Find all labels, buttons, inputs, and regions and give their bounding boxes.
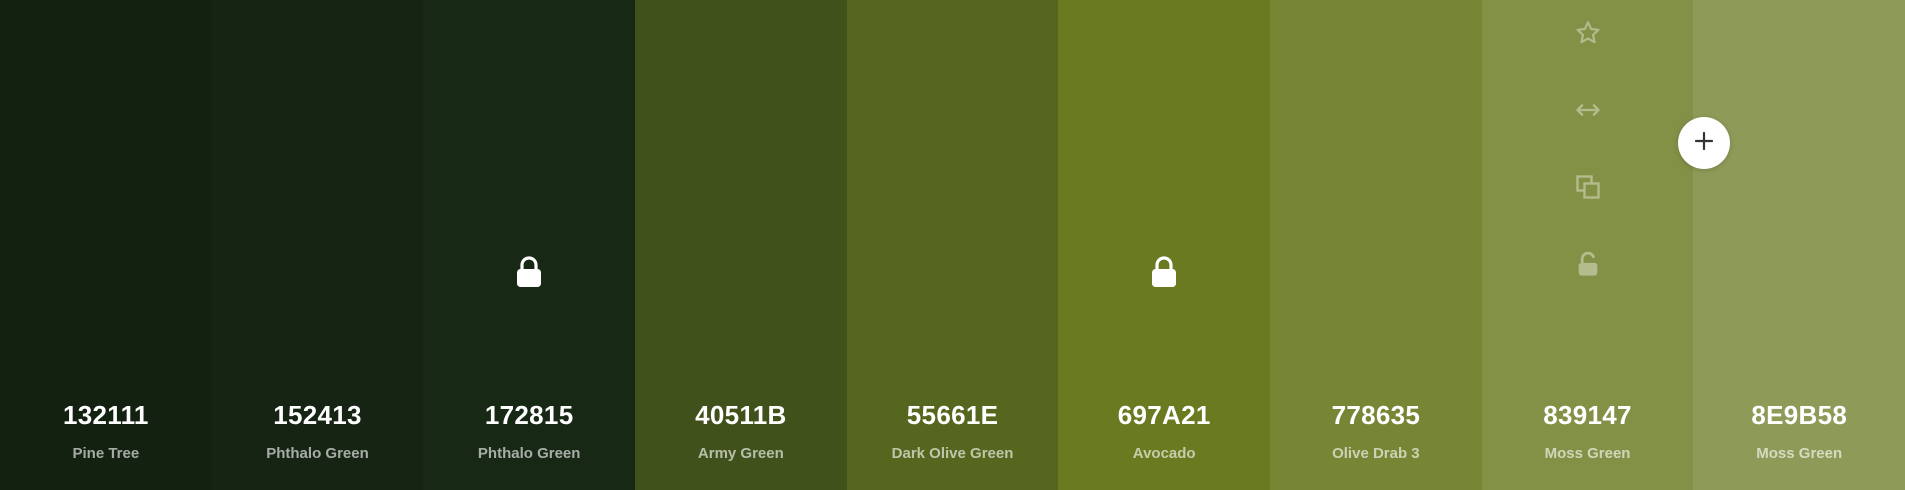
unlock-icon bbox=[1574, 250, 1602, 283]
color-name: Avocado bbox=[1132, 445, 1196, 462]
color-palette: 132111 Pine Tree 152413 Phthalo Green 17… bbox=[0, 0, 1905, 490]
color-name: Olive Drab 3 bbox=[1332, 445, 1420, 462]
color-name: Pine Tree bbox=[72, 445, 140, 462]
hex-code[interactable]: 697A21 bbox=[1058, 400, 1270, 431]
color-swatch-1[interactable]: 132111 Pine Tree bbox=[0, 0, 212, 490]
color-name: Phthalo Green bbox=[477, 445, 581, 462]
swatch-toolbar bbox=[1573, 20, 1603, 328]
color-swatch-3[interactable]: 172815 Phthalo Green bbox=[423, 0, 636, 490]
lock-toggle-button[interactable] bbox=[1573, 251, 1603, 281]
arrows-horizontal-icon bbox=[1574, 96, 1602, 129]
favorite-button[interactable] bbox=[1573, 20, 1603, 50]
color-swatch-5[interactable]: 55661E Dark Olive Green bbox=[846, 0, 1059, 490]
color-name: Army Green bbox=[697, 445, 784, 462]
color-swatch-6[interactable]: 697A21 Avocado bbox=[1058, 0, 1271, 490]
lock-icon[interactable] bbox=[515, 256, 543, 288]
hex-code[interactable]: 40511B bbox=[635, 400, 847, 431]
hex-code[interactable]: 778635 bbox=[1270, 400, 1482, 431]
hex-code[interactable]: 839147 bbox=[1482, 400, 1694, 431]
color-swatch-8[interactable]: 839147 Moss Green bbox=[1481, 0, 1694, 490]
add-color-button[interactable] bbox=[1678, 117, 1730, 169]
hex-code[interactable]: 172815 bbox=[423, 400, 635, 431]
color-swatch-7[interactable]: 778635 Olive Drab 3 bbox=[1270, 0, 1482, 490]
hex-code[interactable]: 132111 bbox=[0, 400, 212, 431]
color-swatch-2[interactable]: 152413 Phthalo Green bbox=[211, 0, 424, 490]
star-icon bbox=[1574, 19, 1602, 52]
plus-icon bbox=[1692, 129, 1716, 158]
color-name: Phthalo Green bbox=[266, 445, 369, 462]
adjust-width-button[interactable] bbox=[1573, 97, 1603, 127]
color-swatch-9[interactable]: 8E9B58 Moss Green bbox=[1693, 0, 1905, 490]
color-name: Moss Green bbox=[1756, 445, 1843, 462]
lock-icon[interactable] bbox=[1150, 256, 1178, 288]
hex-code[interactable]: 55661E bbox=[847, 400, 1059, 431]
copy-icon bbox=[1574, 173, 1602, 206]
color-name: Dark Olive Green bbox=[891, 445, 1014, 462]
copy-button[interactable] bbox=[1573, 174, 1603, 204]
hex-code[interactable]: 152413 bbox=[212, 400, 424, 431]
hex-code[interactable]: 8E9B58 bbox=[1693, 400, 1905, 431]
color-name: Moss Green bbox=[1544, 445, 1631, 462]
color-swatch-4[interactable]: 40511B Army Green bbox=[635, 0, 847, 490]
